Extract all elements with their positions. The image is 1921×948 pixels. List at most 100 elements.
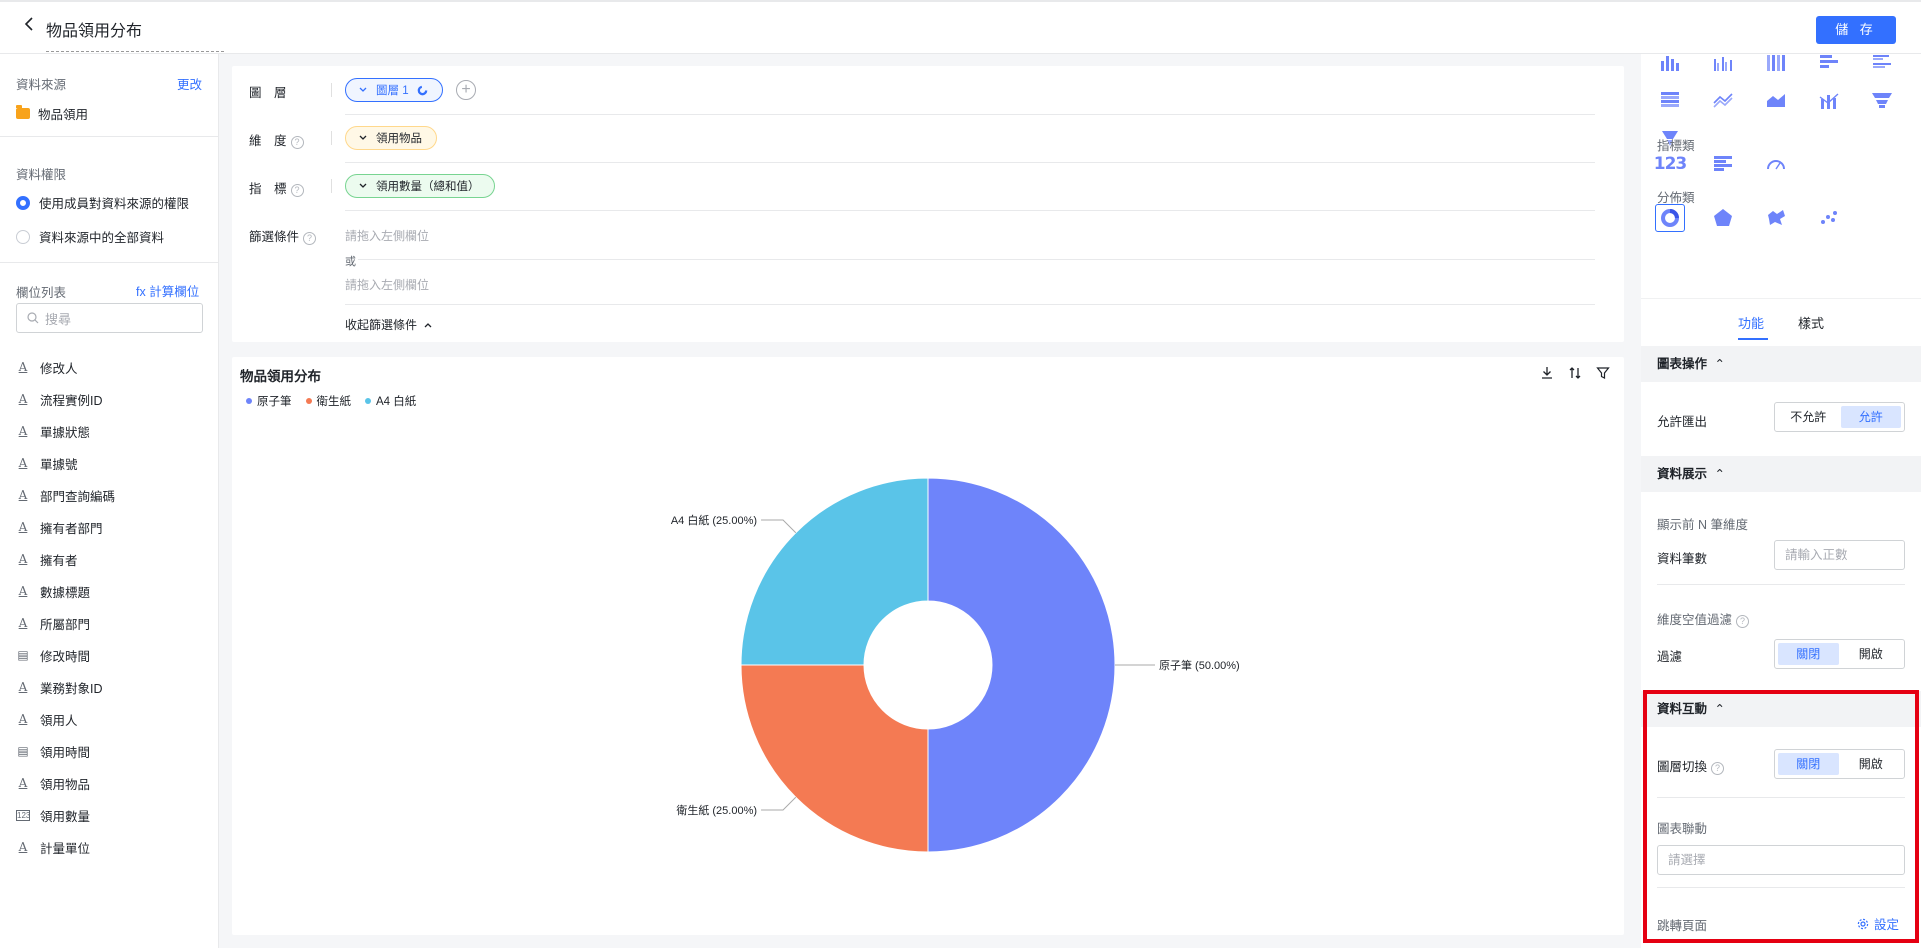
pie-slice[interactable] bbox=[740, 477, 929, 666]
stacked-bar-chart-icon[interactable] bbox=[1761, 48, 1791, 76]
tab-function[interactable]: 功能 bbox=[1738, 313, 1764, 332]
grouped-bar-chart-icon[interactable] bbox=[1708, 48, 1738, 76]
field-name: 領用物品 bbox=[40, 777, 91, 792]
help-icon[interactable]: ? bbox=[1711, 762, 1725, 775]
field-item[interactable]: A 領用物品 bbox=[16, 767, 115, 799]
horizontal-bar-chart-icon[interactable] bbox=[1814, 48, 1844, 76]
field-item[interactable]: A 流程實例ID bbox=[16, 383, 115, 415]
chart-link-select[interactable]: 請選擇 bbox=[1657, 845, 1905, 875]
collapse-filter-button[interactable]: 收起篩選條件 bbox=[345, 316, 433, 333]
change-datasource-link[interactable]: 更改 bbox=[177, 74, 202, 93]
data-display-section-header[interactable]: 資料展示 ⌃ bbox=[1641, 456, 1921, 492]
field-item[interactable]: A 領用人 bbox=[16, 703, 115, 735]
horizontal-grouped-bar-icon[interactable] bbox=[1867, 48, 1897, 76]
null-filter-on-option[interactable]: 開啟 bbox=[1841, 643, 1902, 665]
field-item[interactable]: A 擁有者 bbox=[16, 543, 115, 575]
permission-option-member[interactable]: 使用成員對資料來源的權限 bbox=[16, 193, 189, 212]
field-search-input[interactable]: 搜尋 bbox=[16, 303, 203, 333]
dimension-pill[interactable]: 領用物品 bbox=[345, 126, 437, 150]
row-divider bbox=[345, 114, 1595, 115]
number-type-icon: 123 bbox=[16, 809, 31, 821]
donut-chart-icon bbox=[417, 85, 427, 95]
search-placeholder: 搜尋 bbox=[45, 311, 72, 327]
filter-drop-zone-1[interactable]: 請拖入左側欄位 bbox=[345, 227, 429, 244]
field-name: 擁有者部門 bbox=[40, 521, 103, 536]
save-button[interactable]: 儲 存 bbox=[1816, 16, 1896, 44]
datasource-item[interactable]: 物品領用 bbox=[16, 104, 88, 123]
horizontal-stacked-bar-icon[interactable] bbox=[1655, 86, 1685, 114]
field-item[interactable]: A 部門查詢編碼 bbox=[16, 479, 115, 511]
slice-label: A4 白紙 (25.00%) bbox=[671, 513, 757, 527]
funnel-chart-icon[interactable] bbox=[1867, 86, 1897, 114]
permission-option-label: 使用成員對資料來源的權限 bbox=[39, 197, 190, 211]
field-item[interactable]: A 修改人 bbox=[16, 351, 115, 383]
gear-icon bbox=[1857, 918, 1869, 929]
pie-slice[interactable] bbox=[740, 664, 929, 853]
export-disallow-option[interactable]: 不允許 bbox=[1778, 406, 1839, 428]
permission-option-all[interactable]: 資料來源中的全部資料 bbox=[16, 227, 164, 246]
chevron-up-icon: ⌃ bbox=[1714, 467, 1725, 481]
text-type-icon: A bbox=[18, 392, 28, 406]
progress-bar-chart-icon[interactable] bbox=[1708, 150, 1738, 178]
field-item[interactable]: A 單據狀態 bbox=[16, 415, 115, 447]
add-layer-button[interactable]: + bbox=[456, 80, 476, 100]
area-chart-icon[interactable] bbox=[1761, 86, 1791, 114]
null-filter-off-option[interactable]: 關閉 bbox=[1778, 643, 1839, 665]
map-chart-icon[interactable] bbox=[1761, 204, 1791, 232]
divider bbox=[0, 262, 219, 263]
bar-chart-icon[interactable] bbox=[1655, 48, 1685, 76]
radio-checked-icon[interactable] bbox=[16, 195, 30, 210]
interaction-section-header[interactable]: 資料互動 ⌃ bbox=[1641, 691, 1921, 727]
gauge-chart-icon[interactable] bbox=[1761, 150, 1791, 178]
divider bbox=[1657, 584, 1905, 585]
text-type-icon: A bbox=[18, 360, 28, 374]
page-title[interactable]: 物品領用分布 bbox=[46, 17, 224, 52]
field-item[interactable]: 123 領用數量 bbox=[16, 799, 115, 831]
layer-switch-off-option[interactable]: 關閉 bbox=[1778, 753, 1839, 775]
measure-label-text: 指 標 bbox=[249, 182, 287, 196]
radio-unchecked-icon[interactable] bbox=[16, 229, 30, 244]
pie-slice[interactable] bbox=[927, 477, 1116, 853]
field-item[interactable]: A 單據號 bbox=[16, 447, 115, 479]
calc-field-link[interactable]: fx 計算欄位 bbox=[136, 281, 199, 300]
number-card-icon[interactable]: 123 bbox=[1654, 150, 1687, 178]
field-name: 單據狀態 bbox=[40, 425, 91, 440]
combo-chart-icon[interactable] bbox=[1814, 86, 1844, 114]
help-icon[interactable]: ? bbox=[290, 136, 304, 149]
date-type-icon: ▤ bbox=[17, 744, 29, 758]
chevron-down-icon[interactable] bbox=[358, 181, 368, 191]
allow-export-label: 允許匯出 bbox=[1657, 415, 1708, 429]
filter-drop-zone-2[interactable]: 請拖入左側欄位 bbox=[345, 276, 429, 293]
chevron-down-icon[interactable] bbox=[358, 85, 368, 95]
help-icon[interactable]: ? bbox=[1736, 615, 1750, 628]
chevron-up-icon: ⌃ bbox=[1714, 357, 1725, 371]
folder-icon bbox=[16, 105, 30, 119]
record-count-input[interactable]: 請輸入正數 bbox=[1774, 540, 1905, 570]
field-item[interactable]: ▤ 領用時間 bbox=[16, 735, 115, 767]
export-allow-option[interactable]: 允許 bbox=[1840, 406, 1901, 428]
tab-style[interactable]: 樣式 bbox=[1798, 313, 1824, 332]
layer-switch-on-option[interactable]: 開啟 bbox=[1841, 753, 1902, 775]
jump-page-settings-link[interactable]: 設定 bbox=[1857, 914, 1899, 933]
measure-pill[interactable]: 領用數量（總和值） bbox=[345, 174, 495, 198]
scatter-chart-icon[interactable] bbox=[1814, 204, 1844, 232]
field-item[interactable]: A 計量單位 bbox=[16, 831, 115, 863]
field-item[interactable]: A 數據標題 bbox=[16, 575, 115, 607]
field-item[interactable]: ▤ 修改時間 bbox=[16, 639, 115, 671]
chevron-down-icon[interactable] bbox=[358, 133, 368, 143]
dimension-label-text: 維 度 bbox=[249, 134, 287, 148]
donut-chart-type-icon[interactable] bbox=[1655, 204, 1685, 232]
field-item[interactable]: A 業務對象ID bbox=[16, 671, 115, 703]
layer-pill[interactable]: 圖層 1 bbox=[345, 78, 443, 102]
field-item[interactable]: A 所屬部門 bbox=[16, 607, 115, 639]
back-arrow-icon[interactable] bbox=[22, 16, 42, 36]
field-name: 數據標題 bbox=[40, 585, 91, 600]
help-icon[interactable]: ? bbox=[290, 184, 304, 197]
field-name: 計量單位 bbox=[40, 841, 91, 856]
chevron-up-icon bbox=[424, 322, 432, 327]
help-icon[interactable]: ? bbox=[303, 232, 317, 245]
radar-chart-icon[interactable] bbox=[1708, 204, 1738, 232]
field-item[interactable]: A 擁有者部門 bbox=[16, 511, 115, 543]
chart-ops-section-header[interactable]: 圖表操作 ⌃ bbox=[1641, 346, 1921, 382]
line-chart-icon[interactable] bbox=[1708, 86, 1738, 114]
